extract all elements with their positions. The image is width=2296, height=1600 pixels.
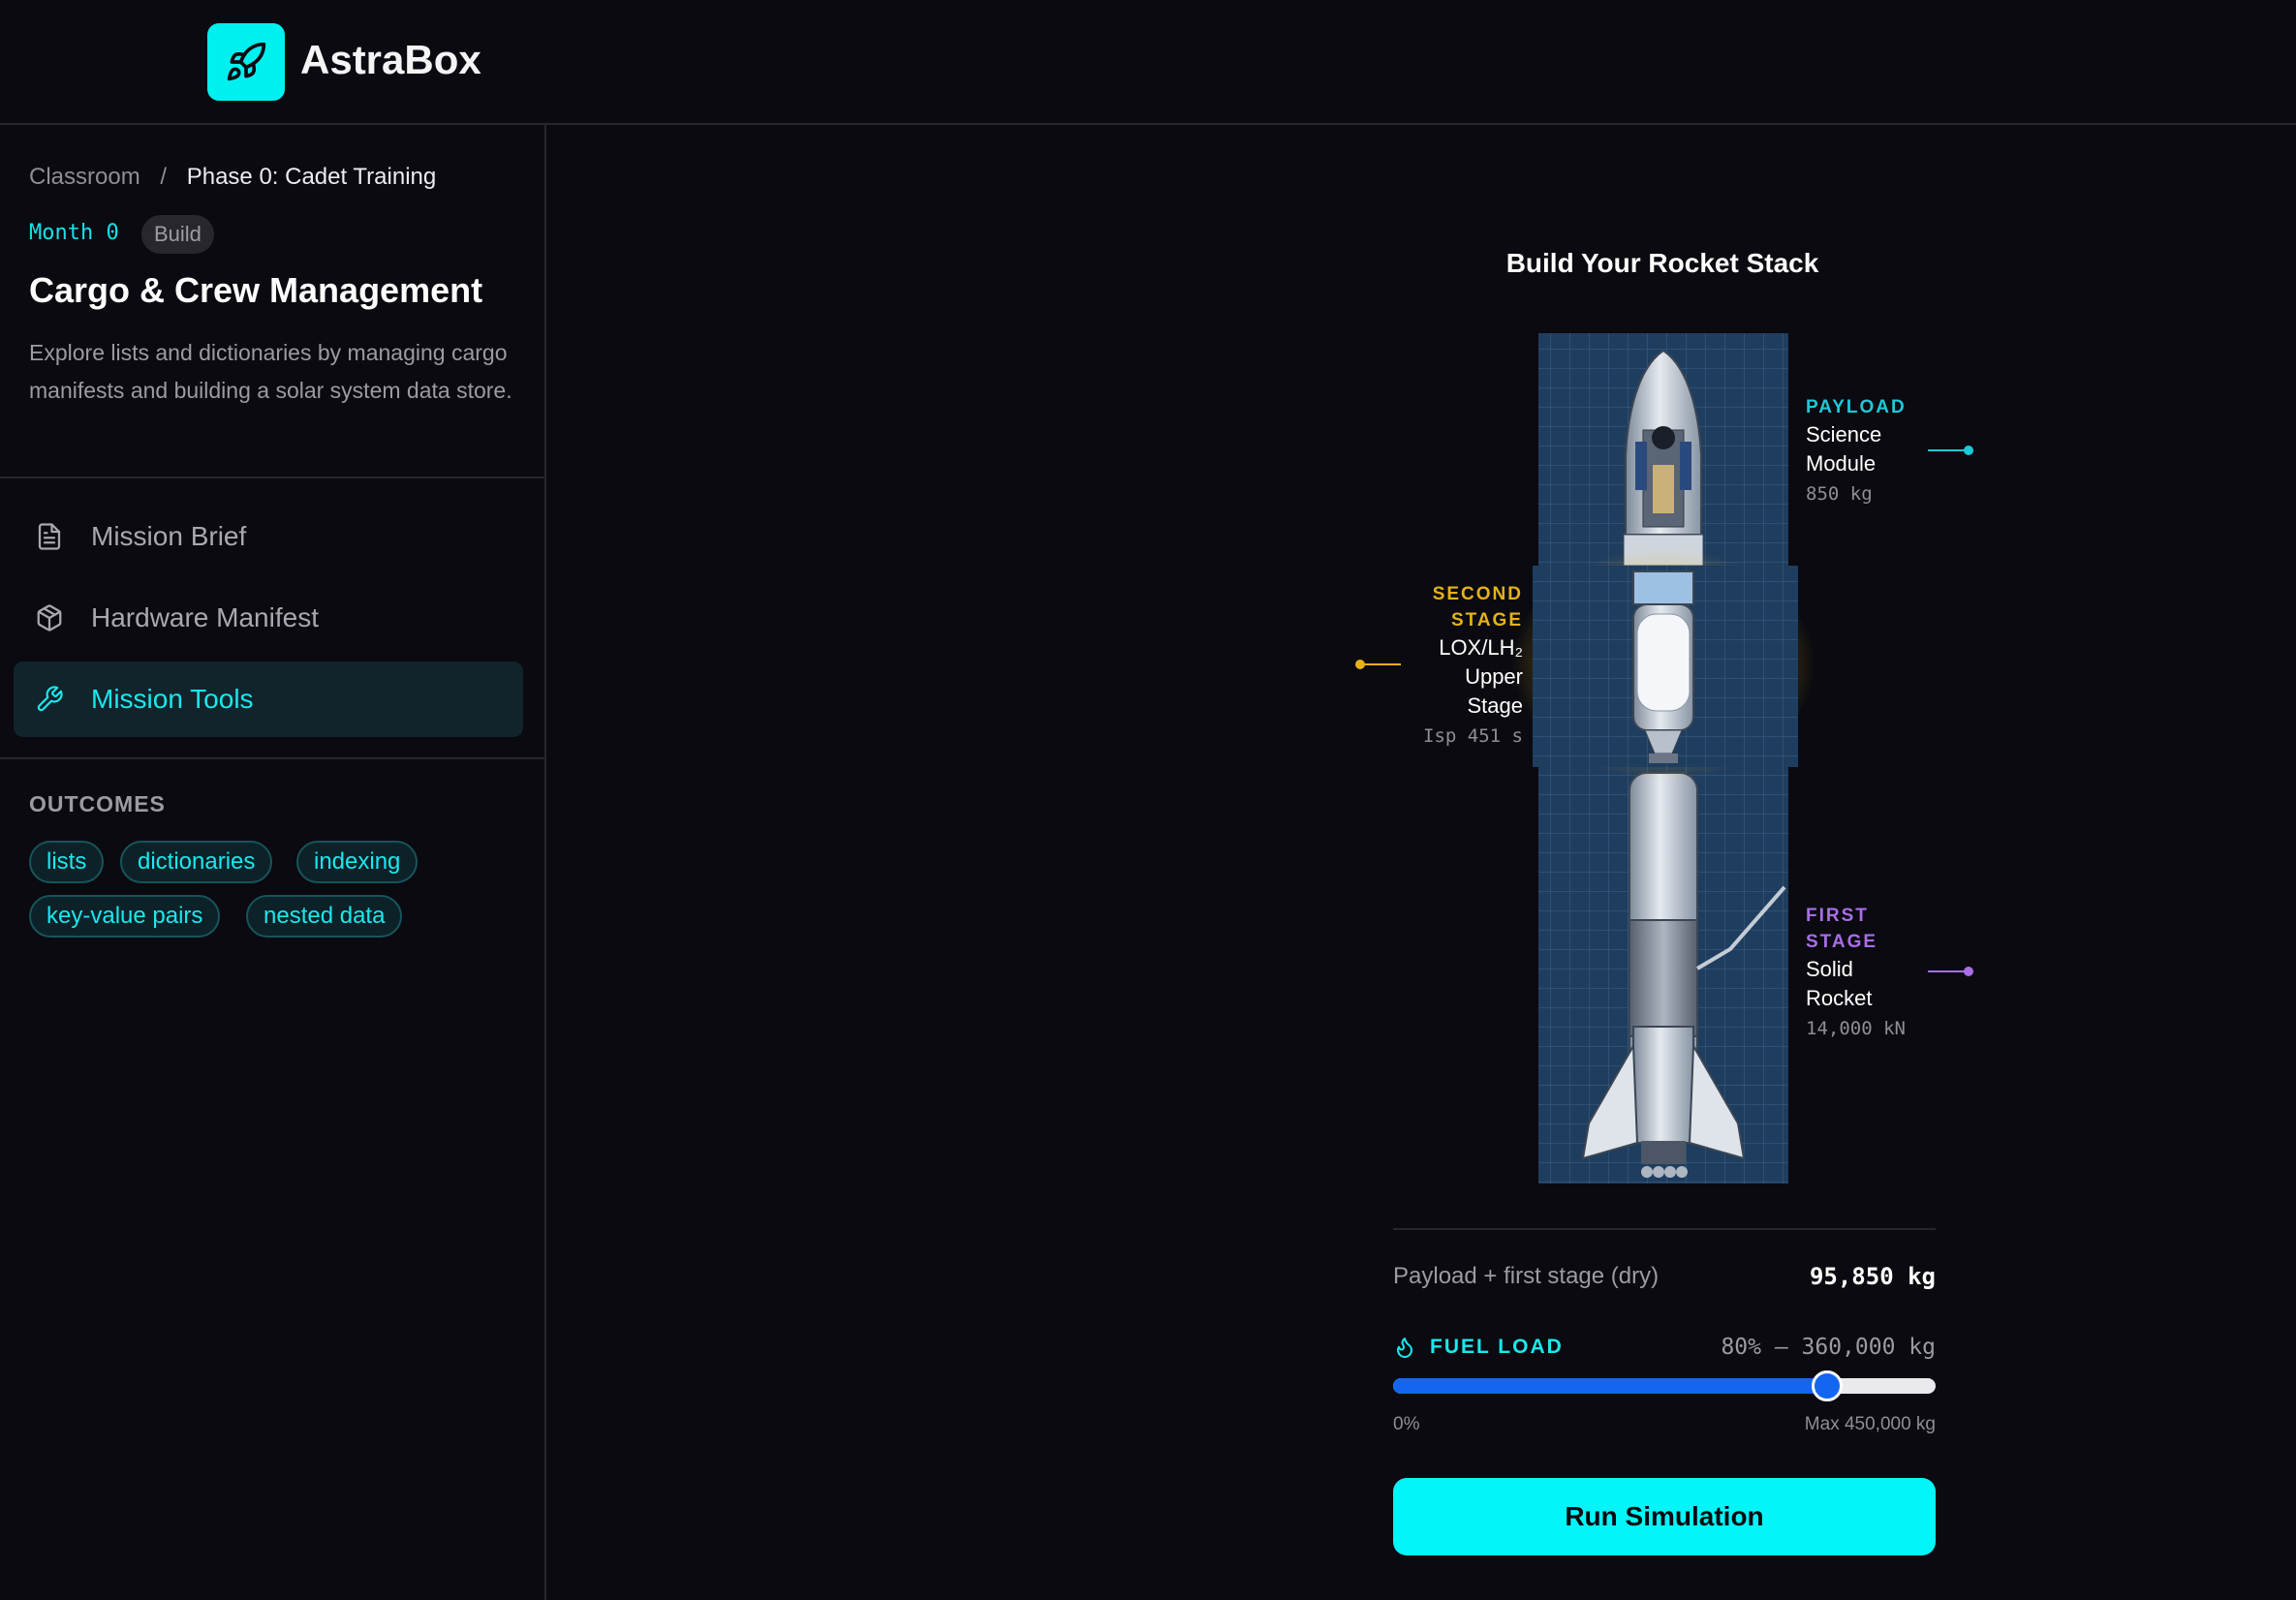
fuel-load-label: FUEL LOAD (1393, 1335, 1564, 1360)
rocket-stack-diagram (1355, 333, 1973, 1184)
first-stage-spec: 14,000 kN (1806, 1018, 1906, 1039)
run-simulation-button[interactable]: Run Simulation (1393, 1478, 1936, 1555)
payload-name-line: Module (1806, 451, 1877, 476)
fuel-min-label: 0% (1393, 1414, 1420, 1434)
fuel-slider-thumb[interactable] (1812, 1370, 1843, 1401)
first-stage-connector (1928, 967, 1973, 976)
fuel-slider-fill (1393, 1378, 1827, 1394)
mass-stat-value: 95,850 kg (1809, 1263, 1936, 1290)
second-stage-spec: Isp 451 s (1423, 725, 1523, 747)
payload-name-line: Science (1806, 422, 1882, 446)
payload-stage[interactable] (1538, 333, 1788, 567)
mass-stat-label: Payload + first stage (dry) (1393, 1263, 1660, 1289)
first-stage-category: FIRST (1806, 906, 1869, 926)
payload-category: PAYLOAD (1806, 397, 1907, 417)
first-stage-name-line: Rocket (1806, 986, 1873, 1010)
payload-connector (1928, 446, 1973, 455)
fuel-max-label: Max 450,000 kg (1804, 1414, 1936, 1434)
first-stage-name-line: Solid (1806, 957, 1853, 981)
stats-divider (1393, 1228, 1936, 1230)
second-stage-category: SECOND (1432, 584, 1523, 604)
fuel-slider[interactable] (1393, 1370, 1936, 1401)
payload-spec: 850 kg (1806, 483, 1873, 505)
second-stage-category: STAGE (1450, 610, 1523, 631)
flame-icon (1393, 1335, 1416, 1360)
first-stage-category: STAGE (1806, 932, 1878, 952)
second-stage[interactable] (1511, 548, 1815, 781)
fuel-load-value: 80% — 360,000 kg (1721, 1335, 1936, 1360)
second-stage-name-line: LOX/LH₂ (1439, 635, 1523, 660)
second-stage-name-line: Stage (1467, 693, 1524, 718)
first-stage[interactable] (1538, 765, 1788, 1184)
fuel-load-text: FUEL LOAD (1430, 1336, 1564, 1358)
second-stage-name-line: Upper (1465, 664, 1523, 689)
